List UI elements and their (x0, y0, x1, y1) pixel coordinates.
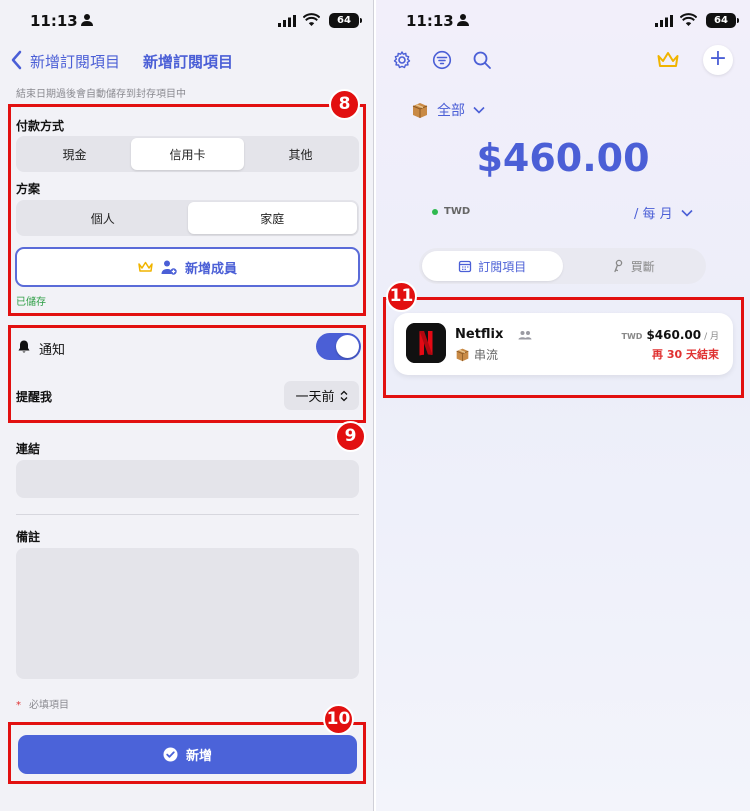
back-chevron-icon[interactable] (10, 50, 23, 70)
annotation-box-11 (383, 297, 744, 398)
currency-dot (432, 208, 438, 215)
period-label: / 每 月 (634, 207, 673, 222)
annotation-box-10 (8, 722, 366, 784)
crown-icon[interactable] (657, 51, 679, 69)
annotation-badge-11: 11 (386, 281, 417, 312)
wifi-icon (680, 13, 697, 26)
end-date-hint: 結束日期過後會自動儲存到封存項目中 (16, 89, 186, 100)
signal-icon (278, 15, 296, 27)
person-icon (81, 14, 93, 26)
required-note: * 必填項目 (16, 696, 69, 711)
notes-label: 備註 (16, 530, 41, 544)
back-button[interactable]: 新增訂閱項目 (30, 51, 120, 72)
tab-subscriptions-label: 訂閱項目 (478, 259, 527, 274)
annotation-badge-10: 10 (323, 704, 354, 735)
right-screen: 11:13 64 + 全部 $460.00 TWD / 每 月 訂閱項目 買斷 … (376, 0, 750, 811)
gear-icon[interactable] (392, 50, 412, 70)
tab-buyout[interactable]: 買斷 (563, 251, 704, 281)
notes-textarea[interactable] (16, 548, 359, 679)
box-icon (412, 103, 428, 118)
annotation-box-9 (8, 325, 366, 423)
chevron-down-icon (681, 209, 693, 217)
status-time: 11:13 (406, 12, 454, 30)
status-time: 11:13 (30, 12, 78, 30)
category-filter[interactable]: 全部 (411, 100, 485, 120)
required-text: 必填項目 (29, 700, 69, 711)
status-bar: 11:13 64 (376, 0, 750, 42)
total-amount: $460.00 (476, 136, 650, 180)
tab-subscriptions[interactable]: 訂閱項目 (422, 251, 563, 281)
tab-buyout-label: 買斷 (630, 259, 655, 274)
link-label: 連結 (16, 442, 41, 456)
annotation-badge-9: 9 (335, 421, 366, 452)
annotation-box-8 (8, 104, 366, 316)
chevron-down-icon (473, 106, 485, 114)
currency-indicator[interactable]: TWD (432, 206, 470, 217)
filter-icon[interactable] (432, 50, 452, 70)
status-bar: 11:13 64 (0, 0, 373, 42)
page-title: 新增訂閱項目 (143, 53, 234, 71)
period-select[interactable]: / 每 月 (634, 203, 693, 222)
view-tabs: 訂閱項目 買斷 (419, 248, 706, 284)
link-input[interactable] (16, 460, 359, 498)
person-icon (457, 14, 469, 26)
key-icon (614, 259, 622, 273)
annotation-badge-8: 8 (329, 89, 360, 120)
signal-icon (655, 15, 673, 27)
calendar-icon (459, 260, 472, 273)
add-subscription-button[interactable]: + (703, 45, 733, 75)
wifi-icon (303, 13, 320, 26)
search-icon[interactable] (472, 50, 492, 70)
nav-bar: 新增訂閱項目 新增訂閱項目 (0, 48, 373, 74)
battery-indicator: 64 (706, 13, 739, 28)
category-filter-label: 全部 (437, 103, 465, 119)
divider (16, 514, 359, 515)
currency-code: TWD (444, 206, 471, 217)
battery-indicator: 64 (329, 13, 362, 28)
required-star: * (16, 700, 21, 711)
